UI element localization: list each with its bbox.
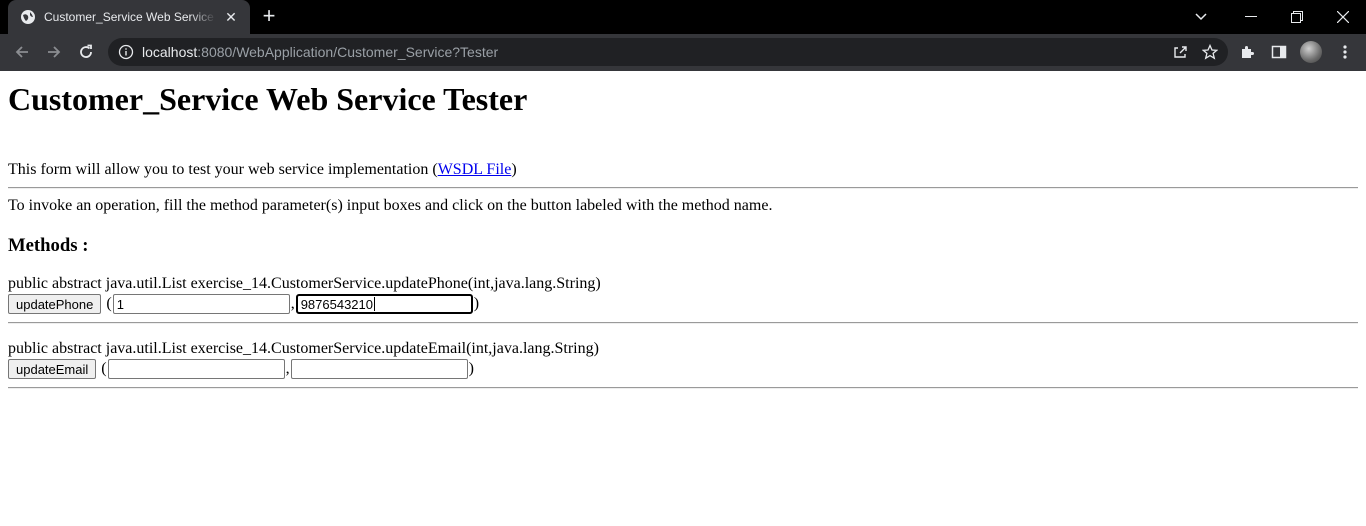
browser-toolbar: localhost:8080/WebApplication/Customer_S…: [0, 34, 1366, 71]
tab-title: Customer_Service Web Service Te: [44, 10, 216, 24]
side-panel-icon: [1271, 45, 1287, 59]
new-tab-button[interactable]: +: [258, 5, 280, 28]
puzzle-icon: [1242, 46, 1254, 58]
update-email-button[interactable]: updateEmail: [8, 359, 97, 379]
address-bar[interactable]: localhost:8080/WebApplication/Customer_S…: [108, 38, 1228, 66]
info-icon[interactable]: [118, 44, 134, 60]
url-path: :8080/WebApplication/Customer_Service?Te…: [197, 44, 499, 60]
divider: [8, 322, 1358, 324]
method-update-email: public abstract java.util.List exercise_…: [8, 340, 1358, 379]
back-arrow-icon: [15, 46, 28, 58]
kebab-menu-icon: [1343, 45, 1347, 59]
forward-button[interactable]: [40, 38, 68, 66]
invoke-instructions: To invoke an operation, fill the method …: [8, 197, 773, 214]
avatar: [1300, 41, 1322, 63]
bookmark-star-icon[interactable]: [1202, 44, 1218, 60]
method-signature: public abstract java.util.List exercise_…: [8, 275, 601, 292]
page-content: Customer_Service Web Service Tester This…: [0, 81, 1366, 389]
globe-icon: [21, 10, 35, 24]
wsdl-file-link[interactable]: WSDL File: [438, 161, 512, 178]
tab-search-icon[interactable]: [1186, 0, 1216, 34]
comma: ,: [290, 295, 295, 312]
back-button[interactable]: [8, 38, 36, 66]
browser-menu-button[interactable]: [1331, 38, 1359, 66]
page-title: Customer_Service Web Service Tester: [8, 81, 528, 117]
close-paren: ): [468, 360, 474, 377]
divider: [8, 387, 1358, 389]
extensions-button[interactable]: [1234, 38, 1262, 66]
update-phone-param2-input[interactable]: 9876543210: [295, 294, 473, 314]
method-signature: public abstract java.util.List exercise_…: [8, 340, 599, 357]
update-email-param1-input[interactable]: [107, 359, 285, 379]
browser-tab-strip: Customer_Service Web Service Te ✕ +: [0, 0, 1366, 34]
side-panel-button[interactable]: [1265, 38, 1293, 66]
update-phone-param1-input[interactable]: 1: [112, 294, 290, 314]
forward-arrow-icon: [48, 46, 61, 58]
input-value: 1: [116, 296, 124, 312]
methods-heading: Methods :: [8, 235, 89, 256]
url-host: localhost: [142, 44, 198, 60]
share-icon[interactable]: [1172, 44, 1188, 60]
update-email-param2-input[interactable]: [290, 359, 468, 379]
open-paren: (: [101, 360, 107, 377]
comma: ,: [285, 360, 290, 377]
open-paren: (: [106, 295, 112, 312]
divider: [8, 187, 1358, 189]
intro-text: This form will allow you to test your we…: [8, 161, 438, 178]
input-value: 9876543210: [300, 296, 373, 312]
browser-tab[interactable]: Customer_Service Web Service Te ✕: [8, 0, 250, 34]
reload-icon: [80, 44, 92, 58]
method-update-phone: public abstract java.util.List exercise_…: [8, 275, 1358, 314]
update-phone-button[interactable]: updatePhone: [8, 294, 102, 314]
text-caret: [374, 297, 375, 311]
close-window-button[interactable]: [1320, 0, 1366, 34]
restore-button[interactable]: [1274, 0, 1320, 34]
profile-button[interactable]: [1297, 38, 1325, 66]
close-tab-icon[interactable]: ✕: [222, 9, 240, 26]
intro-close-paren: ): [511, 161, 517, 178]
intro-paragraph: This form will allow you to test your we…: [8, 161, 1358, 179]
close-paren: ): [473, 295, 480, 312]
minimize-button[interactable]: [1228, 0, 1274, 34]
reload-button[interactable]: [72, 38, 100, 66]
